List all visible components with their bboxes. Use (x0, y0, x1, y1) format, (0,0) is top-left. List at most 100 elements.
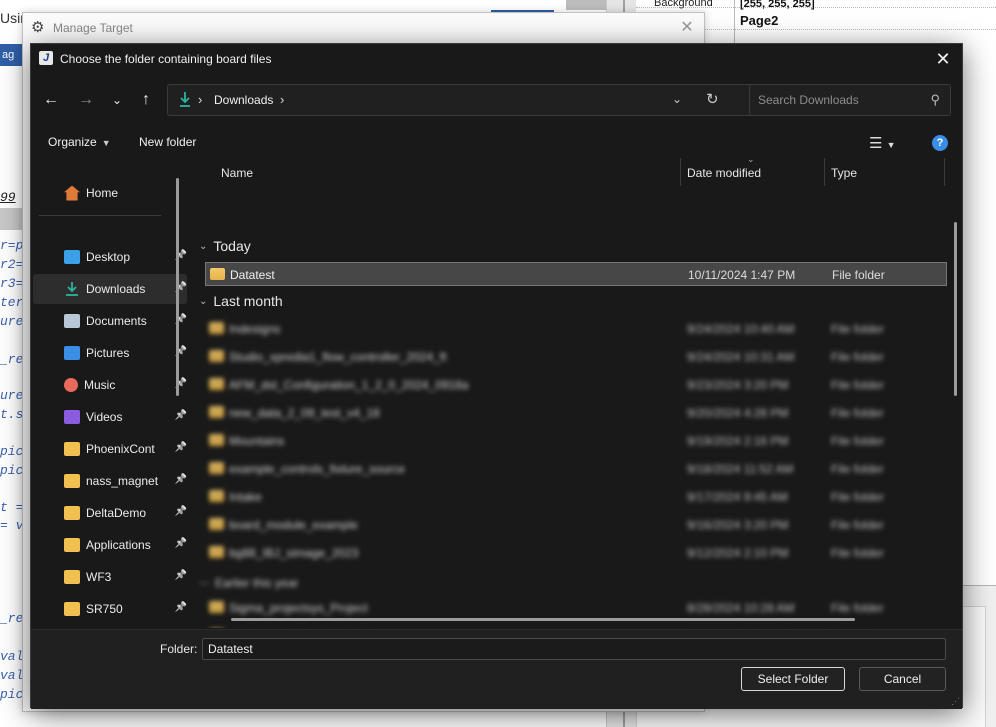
address-bar[interactable]: › Downloads › ⌄ ↻ (167, 84, 763, 116)
item-name: bg88_IBJ_simage_2023 (229, 546, 359, 560)
help-icon[interactable]: ? (932, 135, 948, 151)
list-item[interactable]: AFM_dst_Configuration_1_2_0_2024_0918a 9/… (205, 373, 947, 397)
up-button[interactable]: ↑ (135, 89, 157, 111)
nav-item-applications[interactable]: Applications 📌 (33, 530, 187, 560)
list-item[interactable]: Datatest 10/11/2024 1:47 PM File folder (205, 262, 947, 286)
cancel-button[interactable]: Cancel (859, 667, 946, 691)
pin-icon[interactable]: 📌 (175, 442, 187, 453)
view-options-icon[interactable]: ☰ ▼ (869, 134, 903, 152)
list-item[interactable]: example_controls_fixture_source 9/18/2024… (205, 457, 947, 481)
manage-target-close-button[interactable]: ✕ (678, 19, 696, 37)
folder-name-field[interactable] (202, 638, 946, 660)
item-type: File folder (831, 462, 884, 476)
dialog-titlebar: J Choose the folder containing board fil… (31, 44, 962, 74)
recent-locations-button[interactable]: ⌄ (106, 89, 128, 111)
new-folder-button[interactable]: New folder (139, 135, 196, 149)
folder-icon (64, 570, 80, 584)
organize-button[interactable]: Organize ▼ (48, 135, 111, 149)
search-box[interactable]: ⚲ (749, 84, 951, 116)
group-label: Last month (213, 293, 283, 309)
column-header-type[interactable]: Type (831, 158, 857, 188)
back-button[interactable]: ← (40, 89, 62, 111)
item-date: 9/24/2024 10:31 AM (687, 350, 795, 364)
nav-item-label: DeltaDemo (86, 506, 147, 520)
folder-icon (209, 462, 224, 474)
list-item[interactable]: bg88_IBJ_simage_2023 9/12/2024 2:10 PM Fil… (205, 541, 947, 565)
nav-item-downloads[interactable]: Downloads 📌 (33, 274, 187, 304)
nav-item-desktop[interactable]: Desktop 📌 (33, 242, 187, 272)
select-folder-button[interactable]: Select Folder (741, 667, 845, 691)
nav-item-documents[interactable]: Documents 📌 (33, 306, 187, 336)
group-label: Earlier this year (215, 576, 299, 590)
nav-item-pictures[interactable]: Pictures 📌 (33, 338, 187, 368)
code-fragment: _re (0, 611, 24, 626)
group-header-today[interactable]: ⌄ Today (199, 238, 251, 254)
nav-item-nass-magnet[interactable]: nass_magnet 📌 (33, 466, 187, 496)
address-history-chevron-icon[interactable]: ⌄ (672, 92, 682, 106)
column-header-name[interactable]: Name (221, 158, 253, 188)
item-date: 9/23/2024 3:20 PM (687, 378, 789, 392)
item-date: 9/19/2024 2:16 PM (687, 434, 789, 448)
group-header-last-month[interactable]: ⌄ Last month (199, 293, 283, 309)
forward-button[interactable]: → (75, 89, 97, 111)
pin-icon[interactable]: 📌 (175, 602, 187, 613)
column-divider[interactable] (680, 158, 681, 186)
pin-icon[interactable]: 📌 (175, 506, 187, 517)
search-icon[interactable]: ⚲ (930, 92, 940, 108)
collapse-chevron-icon: ⌄ (199, 240, 208, 252)
nav-item-videos[interactable]: Videos 📌 (33, 402, 187, 432)
file-list-vertical-scrollbar[interactable] (954, 222, 957, 396)
list-item[interactable]: Indesigns 9/24/2024 10:40 AM File folder (205, 317, 947, 341)
background-tab[interactable]: ag (0, 44, 22, 66)
item-type: File folder (831, 378, 884, 392)
background-header-block (566, 0, 606, 10)
list-item[interactable]: Z011-B08data_2024-08-088/22/2024 3:45 PM… (205, 624, 947, 628)
list-item[interactable]: board_module_example 9/16/2024 3:20 PM Fil… (205, 513, 947, 537)
item-type: File folder (831, 546, 884, 560)
code-fragment: val (0, 668, 24, 683)
item-date: 9/20/2024 4:28 PM (687, 406, 789, 420)
column-divider[interactable] (944, 158, 945, 186)
item-name: board_module_example (229, 518, 358, 532)
folder-icon (64, 474, 80, 488)
file-list-horizontal-scrollbar[interactable] (231, 618, 855, 621)
folder-icon (64, 442, 80, 456)
nav-item-deltademo[interactable]: DeltaDemo 📌 (33, 498, 187, 528)
nav-scrollbar[interactable] (176, 178, 179, 396)
list-item[interactable]: Mountains 9/19/2024 2:16 PM File folder (205, 429, 947, 453)
list-item[interactable]: new_data_2_09_test_v4_18 9/20/2024 4:28 P… (205, 401, 947, 425)
property-value: [255, 255, 255] (740, 0, 815, 10)
dialog-close-button[interactable]: ✕ (932, 48, 954, 70)
code-fragment: t = (0, 500, 24, 515)
folder-icon (209, 490, 224, 502)
folder-icon (209, 434, 224, 446)
navigation-pane: Home Desktop 📌 Downloads 📌 Documents 📌 Pictures… (31, 162, 189, 628)
list-item[interactable]: Studio_xpredia1_flow_controller_2024_ft 9… (205, 345, 947, 369)
pin-icon[interactable]: 📌 (175, 410, 187, 421)
nav-item-home[interactable]: Home (33, 178, 187, 208)
nav-item-phoenixcont[interactable]: PhoenixCont 📌 (33, 434, 187, 464)
nav-item-sr750[interactable]: SR750 📌 (33, 594, 187, 624)
breadcrumb-separator-icon[interactable]: › (280, 92, 284, 107)
refresh-icon[interactable]: ↻ (706, 90, 719, 108)
nav-item-demo[interactable]: Demo (33, 626, 187, 628)
pin-icon[interactable]: 📌 (175, 474, 187, 485)
breadcrumb-downloads[interactable]: Downloads (214, 93, 273, 107)
list-item[interactable]: Intake 9/17/2024 9:45 AM File folder (205, 485, 947, 509)
pin-icon[interactable]: 📌 (175, 570, 187, 581)
code-fragment: t.s (0, 407, 24, 422)
code-fragment: val (0, 649, 24, 664)
code-fragment: ure (0, 388, 24, 403)
nav-item-label: Pictures (86, 346, 130, 360)
group-header-earlier[interactable]: — Earlier this year (199, 576, 298, 590)
list-item[interactable]: Sigma_projectsys_Project 8/28/2024 10:28 … (205, 596, 947, 620)
resize-grip-icon[interactable]: ⋰ (951, 696, 960, 707)
sort-indicator-icon: ⌄ (747, 158, 755, 164)
nav-item-music[interactable]: Music 📌 (33, 370, 187, 400)
pin-icon[interactable]: 📌 (175, 538, 187, 549)
column-divider[interactable] (824, 158, 825, 186)
search-input[interactable] (758, 92, 918, 108)
nav-item-wf3[interactable]: WF3 📌 (33, 562, 187, 592)
videos-icon (64, 410, 80, 424)
folder-icon (209, 378, 224, 390)
